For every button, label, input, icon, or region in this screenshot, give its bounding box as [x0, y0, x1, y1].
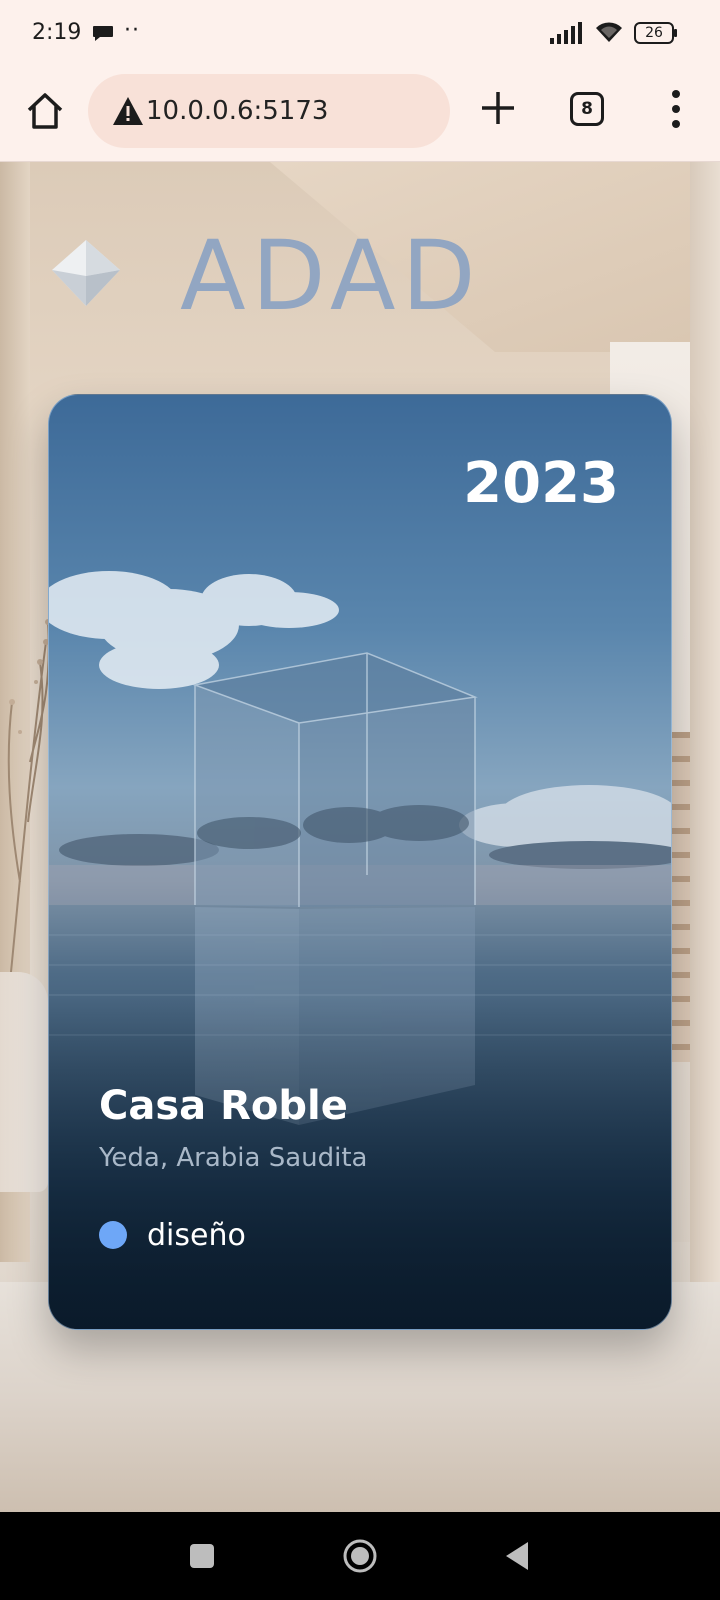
- home-circle-icon[interactable]: [342, 1538, 378, 1574]
- project-title: Casa Roble: [99, 1083, 348, 1129]
- tag-label: diseño: [147, 1217, 246, 1253]
- project-location: Yeda, Arabia Saudita: [99, 1143, 368, 1173]
- page-content: ADAD 2023 Casa Roble Yeda, Arabia Saudit…: [0, 162, 720, 1512]
- logo-text[interactable]: ADAD: [180, 220, 482, 332]
- browser-toolbar: 10.0.0.6:5173 8: [0, 70, 720, 162]
- background-pillar: [690, 162, 720, 1362]
- home-icon[interactable]: [24, 90, 66, 132]
- wifi-icon: [596, 22, 622, 42]
- project-card[interactable]: 2023 Casa Roble Yeda, Arabia Saudita dis…: [48, 394, 672, 1330]
- status-time: 2:19: [32, 20, 82, 45]
- system-nav-bar: [0, 1512, 720, 1600]
- plus-icon[interactable]: [478, 88, 518, 128]
- url-text[interactable]: 10.0.0.6:5173: [146, 96, 328, 126]
- battery-icon: 26: [634, 22, 678, 44]
- address-bar[interactable]: 10.0.0.6:5173: [88, 74, 450, 148]
- more-vert-icon[interactable]: [666, 88, 686, 130]
- logo-gem-icon: [52, 240, 120, 306]
- warning-icon[interactable]: [112, 96, 144, 126]
- status-more-dots: ··: [124, 18, 140, 43]
- signal-icon: [550, 22, 582, 44]
- project-tag: diseño: [99, 1217, 246, 1253]
- vase-decoration: [0, 972, 48, 1192]
- background-stairs: [672, 732, 692, 1062]
- tag-dot-icon: [99, 1221, 127, 1249]
- recents-square-icon[interactable]: [190, 1544, 214, 1568]
- tabs-button[interactable]: 8: [570, 92, 604, 126]
- project-year: 2023: [463, 451, 619, 516]
- status-bar: 2:19 ·· 26: [0, 0, 720, 70]
- back-triangle-icon[interactable]: [504, 1540, 530, 1572]
- card-image: [49, 571, 671, 1329]
- message-icon: [93, 26, 113, 41]
- battery-level: 26: [645, 25, 663, 41]
